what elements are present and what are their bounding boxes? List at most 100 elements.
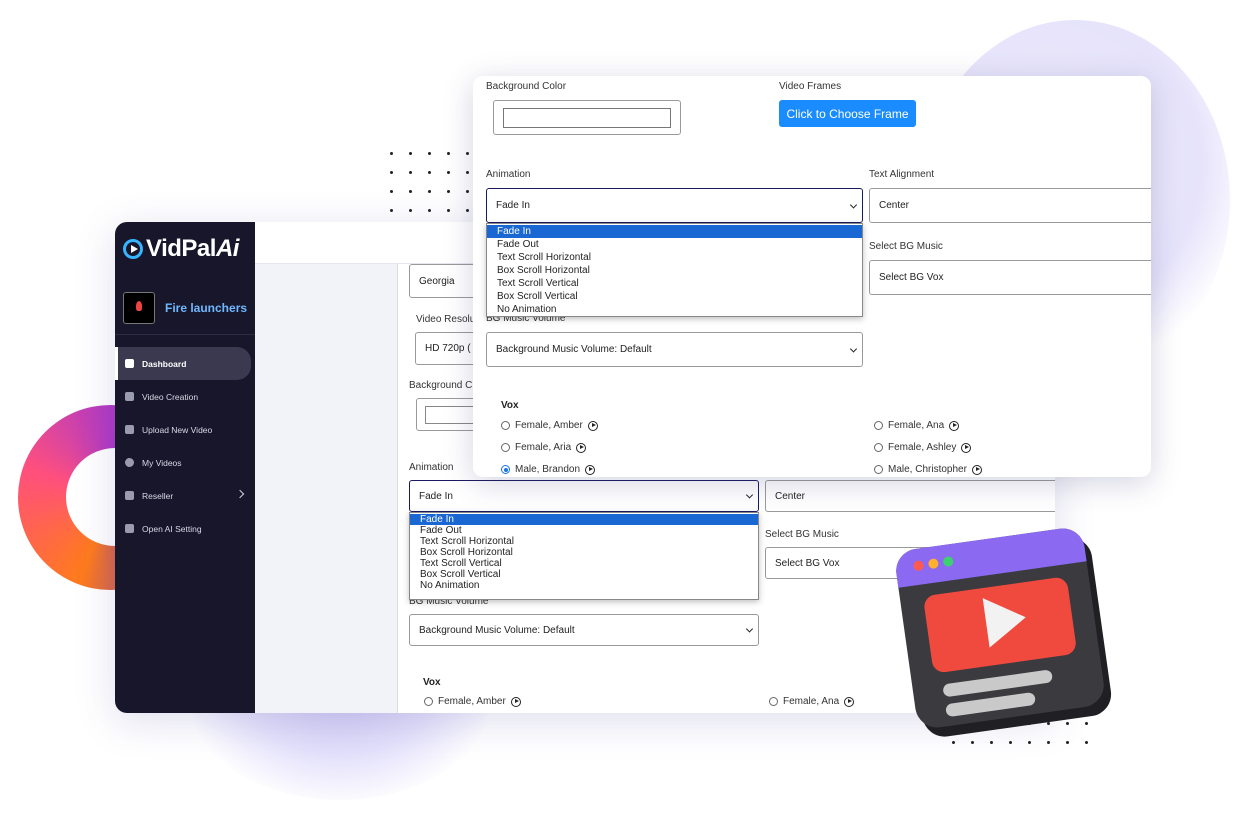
play-icon[interactable]	[585, 464, 596, 475]
radio-button[interactable]	[501, 443, 510, 452]
background-color-label: Background Color	[486, 81, 567, 92]
video-player-illustration-icon	[882, 514, 1118, 741]
avatar	[123, 292, 155, 324]
dropdown-option[interactable]: Fade Out	[487, 238, 862, 251]
play-icon[interactable]	[510, 696, 521, 707]
vox-option[interactable]: Female, Ana	[874, 420, 960, 431]
decorative-dot	[952, 741, 955, 744]
decorative-dot	[466, 171, 469, 174]
chevron-down-icon	[745, 625, 754, 633]
dropdown-option[interactable]: Fade In	[410, 514, 758, 525]
chevron-right-icon	[235, 489, 245, 499]
play-icon[interactable]	[971, 464, 982, 475]
radio-button[interactable]	[874, 465, 883, 474]
sidebar-item-my-videos[interactable]: My Videos	[115, 446, 255, 479]
bg-music-volume-select[interactable]: Background Music Volume: Default	[409, 614, 759, 646]
dropdown-option[interactable]: No Animation	[410, 580, 758, 591]
bg-music-label: Select BG Music	[765, 529, 839, 540]
decorative-dot	[409, 171, 412, 174]
play-circle-icon	[125, 458, 134, 467]
vox-option[interactable]: Male, Brandon	[501, 464, 596, 475]
sidebar-item-dashboard[interactable]: Dashboard	[115, 347, 251, 380]
bg-music-select[interactable]: Select BG Vox	[869, 260, 1151, 295]
decorative-dot	[409, 190, 412, 193]
text-alignment-select[interactable]: Center	[765, 480, 1055, 512]
radio-button[interactable]	[874, 421, 883, 430]
sidebar: VidPalAi Fire launchers Dashboard Video …	[115, 222, 255, 713]
sidebar-item-open-ai-setting[interactable]: Open AI Setting	[115, 512, 255, 545]
decorative-dot	[447, 152, 450, 155]
text-alignment-select[interactable]: Center	[869, 188, 1151, 223]
radio-button[interactable]	[769, 697, 778, 706]
decorative-dot	[390, 190, 393, 193]
profile-name: Fire launchers	[165, 301, 248, 315]
vox-option[interactable]: Male, Christopher	[874, 464, 982, 475]
decorative-dot	[447, 190, 450, 193]
play-icon[interactable]	[961, 442, 972, 453]
decorative-dot	[390, 209, 393, 212]
decorative-dot	[1047, 741, 1050, 744]
vox-title: Vox	[423, 677, 441, 688]
vox-option[interactable]: Female, Ana	[769, 696, 855, 707]
decorative-dot	[466, 209, 469, 212]
animation-dropdown-list: Fade In Fade Out Text Scroll Horizontal …	[486, 223, 863, 317]
decorative-dot	[1085, 722, 1088, 725]
decorative-dot	[390, 171, 393, 174]
decorative-dot	[428, 152, 431, 155]
sidebar-item-video-creation[interactable]: Video Creation	[115, 380, 255, 413]
brand-name: VidPal	[146, 235, 216, 262]
dropdown-option[interactable]: Fade Out	[410, 525, 758, 536]
dropdown-option[interactable]: Text Scroll Horizontal	[410, 536, 758, 547]
dropdown-option[interactable]: Box Scroll Horizontal	[487, 264, 862, 277]
brand-logo[interactable]: VidPalAi	[123, 234, 239, 264]
video-resolution-label: Video Resolu	[416, 314, 476, 325]
chevron-down-icon	[849, 344, 858, 353]
radio-button[interactable]	[874, 443, 883, 452]
vox-option[interactable]: Female, Amber	[501, 420, 598, 431]
radio-button[interactable]	[424, 697, 433, 706]
animation-label: Animation	[486, 169, 531, 180]
clapper-icon	[125, 392, 134, 401]
dropdown-option[interactable]: No Animation	[487, 303, 862, 316]
play-icon[interactable]	[844, 696, 855, 707]
brand-suffix: Ai	[215, 235, 240, 262]
home-icon	[125, 359, 134, 368]
text-alignment-label: Text Alignment	[869, 169, 935, 180]
decorative-dot	[1066, 722, 1069, 725]
animation-label: Animation	[409, 462, 454, 473]
dropdown-option[interactable]: Box Scroll Vertical	[487, 290, 862, 303]
chevron-down-icon	[849, 200, 858, 209]
play-icon	[982, 592, 1030, 648]
animation-select[interactable]: Fade In	[409, 480, 759, 512]
sidebar-nav: Dashboard Video Creation Upload New Vide…	[115, 347, 255, 545]
dropdown-option[interactable]: Box Scroll Horizontal	[410, 547, 758, 558]
settings-panel: Background Color Video Frames Click to C…	[473, 76, 1151, 477]
sidebar-item-reseller[interactable]: Reseller	[115, 479, 255, 512]
user-gear-icon	[125, 524, 134, 533]
radio-button[interactable]	[501, 465, 510, 474]
vox-option[interactable]: Female, Aria	[501, 442, 587, 453]
dropdown-option[interactable]: Text Scroll Horizontal	[487, 251, 862, 264]
play-icon[interactable]	[576, 442, 587, 453]
play-icon[interactable]	[949, 420, 960, 431]
vox-option[interactable]: Female, Amber	[424, 696, 521, 707]
dropdown-option[interactable]: Text Scroll Vertical	[487, 277, 862, 290]
decorative-dot	[466, 152, 469, 155]
chevron-down-icon	[745, 491, 754, 499]
dropdown-option[interactable]: Fade In	[487, 225, 862, 238]
background-color-field[interactable]	[493, 100, 681, 135]
play-icon[interactable]	[587, 420, 598, 431]
dropdown-option[interactable]: Box Scroll Vertical	[410, 569, 758, 580]
vox-option[interactable]: Female, Ashley	[874, 442, 972, 453]
choose-frame-button[interactable]: Click to Choose Frame	[779, 100, 916, 127]
radio-button[interactable]	[501, 421, 510, 430]
decorative-dot	[428, 171, 431, 174]
profile[interactable]: Fire launchers	[123, 288, 249, 328]
divider	[115, 334, 255, 335]
decorative-dot	[428, 190, 431, 193]
users-icon	[125, 491, 134, 500]
animation-select[interactable]: Fade In	[486, 188, 863, 223]
sidebar-item-upload-new-video[interactable]: Upload New Video	[115, 413, 255, 446]
bg-music-volume-select[interactable]: Background Music Volume: Default	[486, 332, 863, 367]
dropdown-option[interactable]: Text Scroll Vertical	[410, 558, 758, 569]
